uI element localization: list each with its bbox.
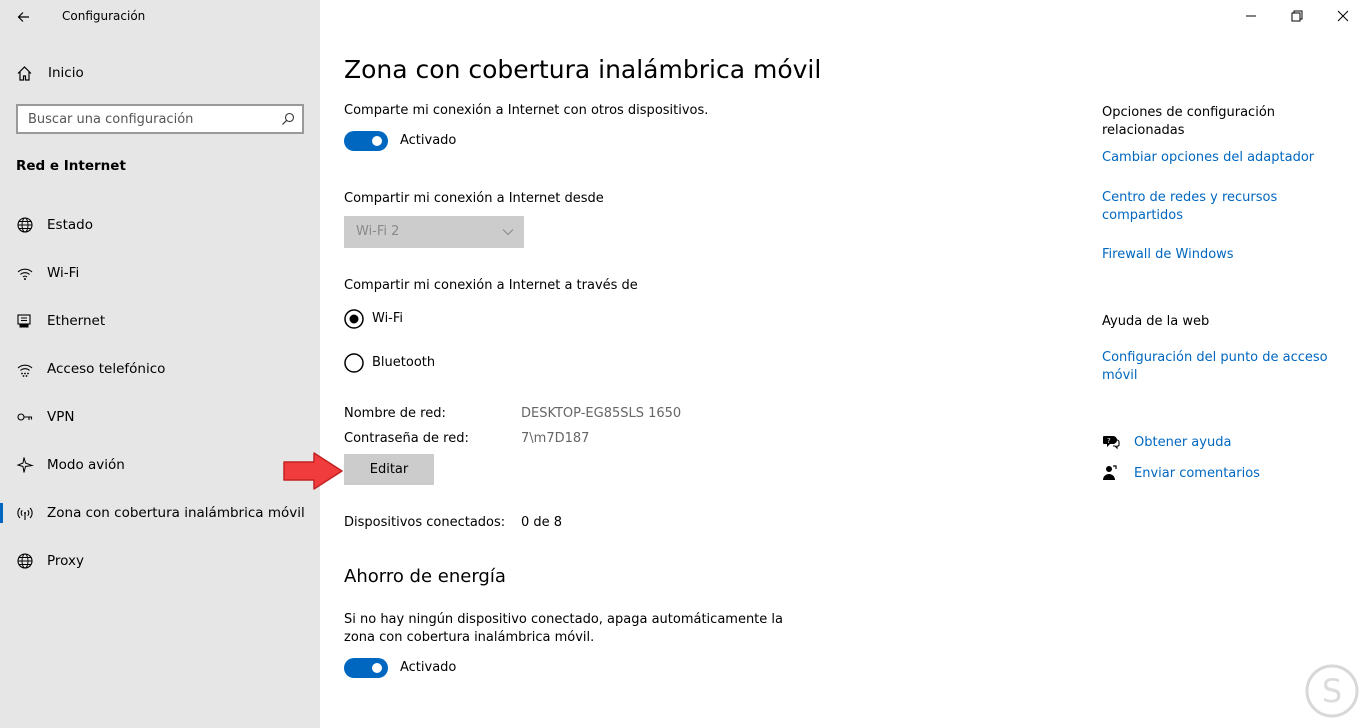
network-name-label: Nombre de red: bbox=[344, 406, 446, 421]
close-button[interactable] bbox=[1320, 0, 1366, 32]
sidebar-item-hotspot[interactable]: Zona con cobertura inalámbrica móvil bbox=[0, 491, 320, 535]
hotspot-icon bbox=[17, 507, 33, 520]
link-get-help[interactable]: Obtener ayuda bbox=[1134, 434, 1231, 452]
sidebar-item-proxy[interactable]: Proxy bbox=[0, 539, 320, 583]
web-help-title: Ayuda de la web bbox=[1102, 314, 1210, 329]
link-send-feedback[interactable]: Enviar comentarios bbox=[1134, 465, 1260, 483]
sidebar-item-label: Acceso telefónico bbox=[47, 361, 166, 377]
share-over-label: Compartir mi conexión a Internet a travé… bbox=[344, 278, 638, 293]
close-icon bbox=[1337, 10, 1349, 22]
share-toggle-label: Activado bbox=[400, 133, 457, 148]
search-icon[interactable] bbox=[281, 112, 295, 126]
svg-text:S: S bbox=[1322, 672, 1342, 710]
restore-button[interactable] bbox=[1274, 0, 1320, 32]
minimize-icon bbox=[1246, 15, 1256, 17]
search-input[interactable] bbox=[18, 106, 268, 132]
restore-icon bbox=[1291, 10, 1303, 22]
radio-wifi[interactable] bbox=[344, 309, 364, 329]
minimize-button[interactable] bbox=[1228, 0, 1274, 32]
radio-bluetooth-label: Bluetooth bbox=[372, 355, 436, 370]
radio-wifi-label: Wi-Fi bbox=[372, 311, 404, 326]
link-network-sharing-center[interactable]: Centro de redes y recursos bbox=[1102, 189, 1277, 207]
page-title: Zona con cobertura inalámbrica móvil bbox=[344, 55, 822, 84]
radio-bluetooth[interactable] bbox=[344, 353, 364, 373]
link-windows-firewall[interactable]: Firewall de Windows bbox=[1102, 246, 1234, 264]
sidebar-item-home[interactable]: Inicio bbox=[16, 62, 84, 84]
sidebar-item-airplane[interactable]: Modo avión bbox=[0, 443, 320, 487]
wifi-icon bbox=[17, 268, 33, 280]
selection-indicator bbox=[0, 503, 3, 523]
power-saving-toggle[interactable] bbox=[344, 658, 388, 678]
annotation-arrow-icon bbox=[283, 452, 343, 490]
back-arrow-icon bbox=[17, 12, 29, 22]
chevron-down-icon bbox=[502, 229, 514, 236]
help-chat-icon: ? bbox=[1103, 436, 1120, 450]
globe-status-icon bbox=[17, 217, 33, 233]
home-label: Inicio bbox=[48, 65, 84, 81]
sidebar-item-label: VPN bbox=[47, 409, 75, 425]
sidebar-item-label: Ethernet bbox=[47, 313, 106, 329]
share-from-label: Compartir mi conexión a Internet desde bbox=[344, 191, 604, 206]
dial-up-icon bbox=[17, 364, 33, 377]
globe-icon bbox=[17, 553, 33, 569]
section-title: Red e Internet bbox=[16, 158, 126, 174]
share-description: Comparte mi conexión a Internet con otro… bbox=[344, 103, 709, 118]
sidebar-item-label: Estado bbox=[47, 217, 93, 233]
ethernet-icon bbox=[17, 314, 31, 328]
feedback-person-icon bbox=[1103, 465, 1117, 480]
network-password-value: 7\m7D187 bbox=[521, 431, 590, 446]
link-hotspot-config-help[interactable]: Configuración del punto de acceso bbox=[1102, 349, 1328, 367]
sidebar-item-label: Wi-Fi bbox=[47, 265, 80, 281]
link-change-adapter-options[interactable]: Cambiar opciones del adaptador bbox=[1102, 149, 1314, 167]
network-name-value: DESKTOP-EG85SLS 1650 bbox=[521, 406, 682, 421]
search-box[interactable] bbox=[16, 104, 304, 134]
sidebar: Configuración Inicio Red e Internet Esta… bbox=[0, 0, 320, 728]
home-icon bbox=[17, 65, 32, 81]
connected-devices-value: 0 de 8 bbox=[521, 515, 563, 530]
sidebar-item-estado[interactable]: Estado bbox=[0, 203, 320, 247]
watermark-logo: S bbox=[1305, 664, 1359, 718]
power-saving-text-line2: zona con cobertura inalámbrica móvil. bbox=[344, 630, 595, 645]
back-button[interactable] bbox=[14, 6, 36, 28]
network-password-label: Contraseña de red: bbox=[344, 431, 469, 446]
share-toggle[interactable] bbox=[344, 131, 388, 151]
related-settings-title-line2: relacionadas bbox=[1102, 123, 1185, 138]
toggle-knob bbox=[372, 663, 382, 673]
power-saving-text-line1: Si no hay ningún dispositivo conectado, … bbox=[344, 612, 783, 627]
sidebar-item-dial-up[interactable]: Acceso telefónico bbox=[0, 347, 320, 391]
related-settings-title-line1: Opciones de configuración bbox=[1102, 105, 1276, 120]
vpn-icon bbox=[17, 413, 33, 421]
sidebar-item-label: Zona con cobertura inalámbrica móvil bbox=[47, 505, 305, 521]
share-from-value: Wi-Fi 2 bbox=[356, 224, 400, 239]
svg-text:?: ? bbox=[1107, 437, 1111, 445]
sidebar-item-vpn[interactable]: VPN bbox=[0, 395, 320, 439]
link-hotspot-config-help-line2[interactable]: móvil bbox=[1102, 367, 1138, 385]
link-network-sharing-center-line2[interactable]: compartidos bbox=[1102, 207, 1183, 225]
sidebar-item-wifi[interactable]: Wi-Fi bbox=[0, 251, 320, 295]
power-saving-title: Ahorro de energía bbox=[344, 566, 506, 587]
edit-button[interactable]: Editar bbox=[344, 454, 434, 485]
app-title: Configuración bbox=[62, 9, 146, 23]
power-saving-toggle-label: Activado bbox=[400, 660, 457, 675]
toggle-knob bbox=[372, 136, 382, 146]
sidebar-item-label: Proxy bbox=[47, 553, 84, 569]
sidebar-item-label: Modo avión bbox=[47, 457, 125, 473]
sidebar-item-ethernet[interactable]: Ethernet bbox=[0, 299, 320, 343]
share-from-dropdown[interactable]: Wi-Fi 2 bbox=[344, 216, 524, 248]
connected-devices-label: Dispositivos conectados: bbox=[344, 515, 506, 530]
airplane-icon bbox=[16, 457, 34, 473]
